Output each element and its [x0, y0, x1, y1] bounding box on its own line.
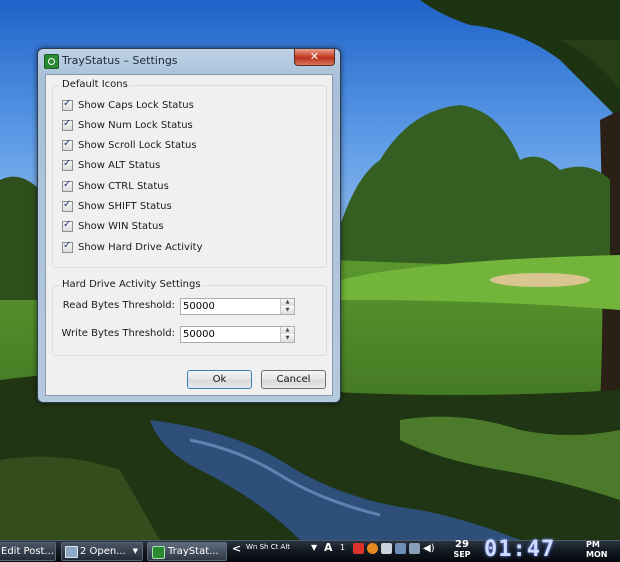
default-icons-title: Default Icons [60, 79, 130, 90]
clock-ampm: PM [586, 540, 600, 549]
window-group-icon [65, 546, 78, 558]
spin-up-arrow-icon[interactable]: ▲ [281, 299, 294, 306]
checkbox-checked-icon[interactable] [62, 199, 73, 212]
spin-down-arrow-icon[interactable]: ▼ [281, 307, 294, 314]
checkbox-label: Show WIN Status [78, 220, 164, 232]
dialog-client-area: Default Icons Show Caps Lock Status Show… [45, 74, 333, 396]
volume-icon[interactable]: ◀) [423, 543, 435, 554]
read-threshold-label: Read Bytes Threshold: [62, 300, 175, 311]
win-status-checkbox[interactable]: Show WIN Status [62, 219, 164, 233]
font-icon[interactable]: A [324, 541, 333, 554]
write-threshold-input[interactable] [181, 327, 283, 342]
clock-date-month: SEP [453, 550, 471, 559]
number-indicator-icon[interactable]: 1 [340, 543, 345, 552]
chevron-down-icon: ▼ [132, 547, 138, 555]
checkbox-checked-icon[interactable] [62, 179, 73, 192]
clock-time[interactable]: 01:47 [484, 538, 555, 562]
window-title: TrayStatus – Settings [62, 54, 178, 67]
checkbox-checked-icon[interactable] [62, 219, 73, 232]
traystatus-app-icon [152, 546, 165, 559]
default-icons-group: Default Icons Show Caps Lock Status Show… [52, 79, 327, 268]
alt-status-checkbox[interactable]: Show ALT Status [62, 158, 160, 172]
settings-dialog: TrayStatus – Settings ✕ Default Icons Sh… [37, 48, 341, 403]
checkbox-checked-icon[interactable] [62, 240, 73, 253]
ok-button[interactable]: Ok [187, 370, 252, 389]
cancel-button[interactable]: Cancel [261, 370, 326, 389]
hard-drive-settings-group: Hard Drive Activity Settings Read Bytes … [52, 279, 327, 356]
firefox-icon[interactable] [367, 543, 378, 554]
tray-lock-indicators[interactable]: Wn Sh Ct Alt [246, 543, 290, 551]
device-icon[interactable] [409, 543, 420, 554]
monitor-icon[interactable] [395, 543, 406, 554]
checkbox-label: Show Hard Drive Activity [78, 241, 203, 253]
taskbar-button-edit-post[interactable]: Edit Post... [0, 542, 56, 561]
close-icon: ✕ [309, 50, 320, 63]
taskbar-button-traystatus[interactable]: TrayStat... [147, 542, 227, 561]
caps-lock-checkbox[interactable]: Show Caps Lock Status [62, 98, 194, 112]
clock-date-day: 29 [455, 539, 469, 550]
checkbox-label: Show Caps Lock Status [78, 99, 194, 111]
network-icon[interactable] [381, 543, 392, 554]
hard-drive-activity-checkbox[interactable]: Show Hard Drive Activity [62, 240, 203, 254]
taskbar-button-label: TrayStat... [168, 546, 219, 557]
checkbox-label: Show ALT Status [78, 159, 161, 171]
pdf-reader-icon[interactable] [353, 543, 364, 554]
checkbox-checked-icon[interactable] [62, 98, 73, 111]
ctrl-status-checkbox[interactable]: Show CTRL Status [62, 179, 169, 193]
scroll-lock-checkbox[interactable]: Show Scroll Lock Status [62, 138, 197, 152]
read-threshold-stepper[interactable]: ▲ ▼ [180, 298, 295, 315]
write-threshold-label: Write Bytes Threshold: [61, 328, 175, 339]
title-bar[interactable]: TrayStatus – Settings ✕ [38, 49, 340, 73]
close-button[interactable]: ✕ [294, 49, 335, 66]
show-hidden-icons-chevron[interactable]: < [232, 542, 241, 555]
write-threshold-spin-buttons[interactable]: ▲ ▼ [280, 327, 294, 342]
checkbox-checked-icon[interactable] [62, 158, 73, 171]
hard-drive-settings-title: Hard Drive Activity Settings [60, 279, 203, 290]
spin-up-arrow-icon[interactable]: ▲ [281, 327, 294, 334]
taskbar-button-label: 2 Open... [80, 546, 126, 557]
checkbox-label: Show CTRL Status [78, 180, 169, 192]
traystatus-app-icon [44, 54, 59, 69]
shift-status-checkbox[interactable]: Show SHIFT Status [62, 199, 172, 213]
read-threshold-spin-buttons[interactable]: ▲ ▼ [280, 299, 294, 314]
checkbox-checked-icon[interactable] [62, 118, 73, 131]
taskbar-button-label: Edit Post... [1, 546, 55, 557]
checkbox-label: Show SHIFT Status [78, 200, 172, 212]
clock-weekday: MON [586, 550, 608, 559]
write-threshold-stepper[interactable]: ▲ ▼ [180, 326, 295, 343]
checkbox-label: Show Num Lock Status [78, 119, 193, 131]
checkbox-label: Show Scroll Lock Status [78, 139, 197, 151]
num-lock-checkbox[interactable]: Show Num Lock Status [62, 118, 193, 132]
read-threshold-input[interactable] [181, 299, 283, 314]
checkbox-checked-icon[interactable] [62, 138, 73, 151]
taskbar-button-open-group[interactable]: 2 Open... ▼ [61, 542, 143, 561]
spin-down-arrow-icon[interactable]: ▼ [281, 335, 294, 342]
tray-menu-arrow-icon[interactable]: ▼ [311, 543, 317, 552]
